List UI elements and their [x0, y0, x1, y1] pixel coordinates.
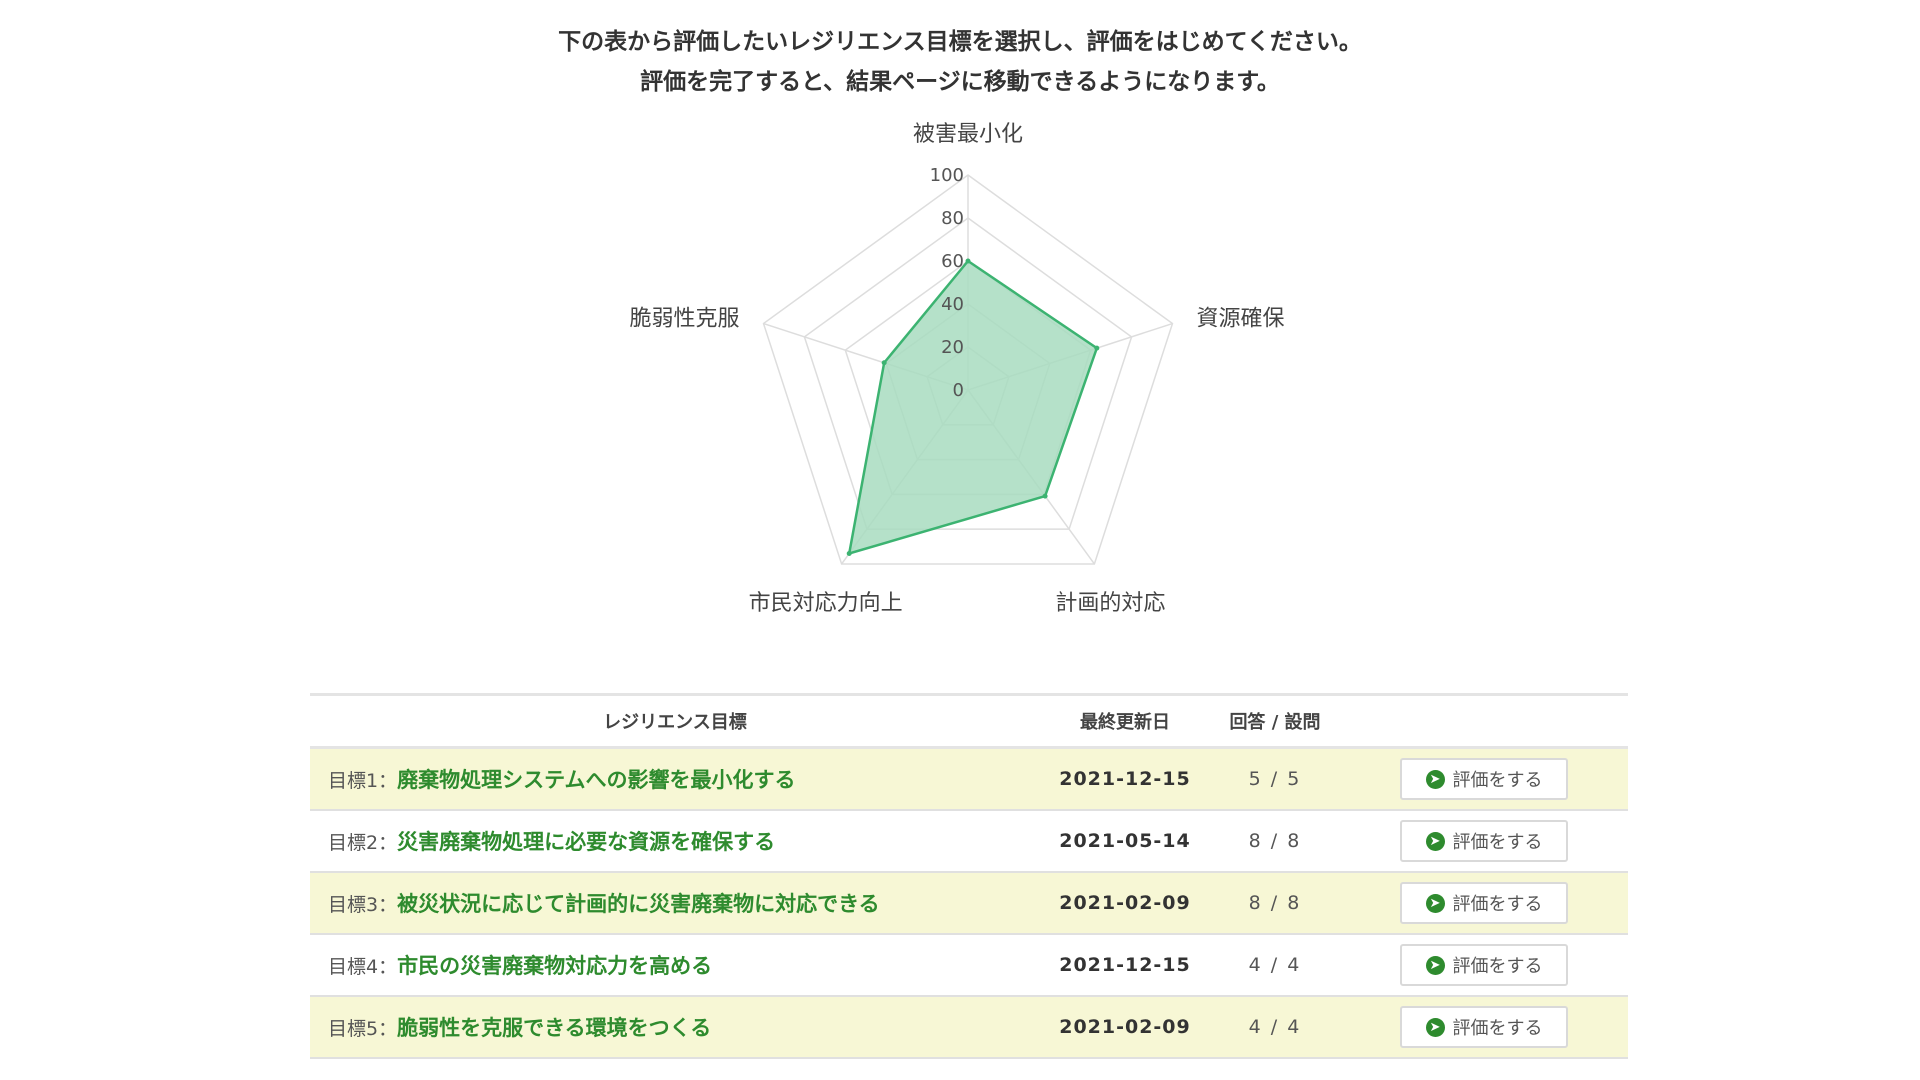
radar-data-point: [1042, 493, 1048, 499]
goal-title: 廃棄物処理システムへの影響を最小化する: [397, 768, 796, 792]
last-updated-date: 2021-05-14: [1040, 810, 1210, 873]
evaluate-button[interactable]: ➤ 評価をする: [1400, 944, 1568, 986]
goal-cell: 目標4：市民の災害廃棄物対応力を高める: [310, 934, 1040, 997]
last-updated-date: 2021-12-15: [1040, 747, 1210, 811]
evaluate-button[interactable]: ➤ 評価をする: [1400, 1006, 1568, 1048]
goal-cell: 目標1：廃棄物処理システムへの影響を最小化する: [310, 747, 1040, 811]
resilience-goals-table: レジリエンス目標 最終更新日 回答 / 設問 目標1：廃棄物処理システムへの影響…: [310, 693, 1628, 1059]
radar-chart: 0 20 40 60 80 100 被害最小化資源確保計画的対応 市民対応力向上 脆弱性克服: [630, 122, 1285, 616]
table-header-row: レジリエンス目標 最終更新日 回答 / 設問: [310, 694, 1628, 749]
last-updated-date: 2021-02-09: [1040, 996, 1210, 1059]
goal-cell: 目標5：脆弱性を克服できる環境をつくる: [310, 996, 1040, 1059]
radar-tick-label: 60: [941, 251, 964, 272]
action-cell: ➤ 評価をする: [1340, 934, 1628, 997]
evaluate-button-label: 評価をする: [1452, 832, 1543, 853]
header-action: [1340, 694, 1628, 749]
goal-number: 目標3：: [328, 894, 398, 916]
answer-count: 4 / 4: [1210, 934, 1340, 997]
radar-data-point: [965, 258, 971, 264]
arrow-circle-right-icon: ➤: [1425, 831, 1445, 851]
evaluate-button[interactable]: ➤ 評価をする: [1400, 758, 1568, 800]
radar-axis-label: 脆弱性克服: [630, 307, 740, 332]
radar-axis-label: 資源確保: [1196, 307, 1284, 332]
radar-tick-label: 80: [941, 208, 964, 229]
evaluation-page: 下の表から評価したいレジリエンス目標を選択し、評価をはじめてください。 評価を完…: [0, 0, 1920, 1080]
evaluate-button[interactable]: ➤ 評価をする: [1400, 820, 1568, 862]
answer-count: 8 / 8: [1210, 810, 1340, 873]
goal-cell: 目標3：被災状況に応じて計画的に災害廃棄物に対応できる: [310, 872, 1040, 935]
action-cell: ➤ 評価をする: [1340, 996, 1628, 1059]
evaluate-button-label: 評価をする: [1452, 770, 1543, 791]
answer-count: 4 / 4: [1210, 996, 1340, 1059]
goal-number: 目標5：: [328, 1018, 398, 1040]
radar-data-point: [1094, 345, 1100, 351]
goal-title: 災害廃棄物処理に必要な資源を確保する: [397, 830, 776, 854]
evaluate-button[interactable]: ➤ 評価をする: [1400, 882, 1568, 924]
table-row: 目標5：脆弱性を克服できる環境をつくる 2021-02-09 4 / 4 ➤ 評…: [310, 996, 1628, 1059]
last-updated-date: 2021-12-15: [1040, 934, 1210, 997]
header-goal: レジリエンス目標: [310, 694, 1040, 749]
table-row: 目標3：被災状況に応じて計画的に災害廃棄物に対応できる 2021-02-09 8…: [310, 872, 1628, 935]
evaluate-button-label: 評価をする: [1452, 956, 1543, 977]
radar-data-point: [881, 360, 887, 366]
radar-tick-label: 0: [953, 380, 964, 401]
table-row: 目標2：災害廃棄物処理に必要な資源を確保する 2021-05-14 8 / 8 …: [310, 810, 1628, 873]
arrow-circle-right-icon: ➤: [1425, 893, 1445, 913]
arrow-circle-right-icon: ➤: [1425, 769, 1445, 789]
radar-axis-label: 市民対応力向上: [749, 591, 903, 616]
action-cell: ➤ 評価をする: [1340, 747, 1628, 811]
last-updated-date: 2021-02-09: [1040, 872, 1210, 935]
radar-data-area: [847, 259, 1099, 556]
evaluate-button-label: 評価をする: [1452, 1018, 1543, 1039]
table-row: 目標1：廃棄物処理システムへの影響を最小化する 2021-12-15 5 / 5…: [310, 747, 1628, 811]
table-row: 目標4：市民の災害廃棄物対応力を高める 2021-12-15 4 / 4 ➤ 評…: [310, 934, 1628, 997]
goal-number: 目標2：: [328, 832, 398, 854]
radar-axis-label: 被害最小化: [913, 122, 1023, 147]
arrow-circle-right-icon: ➤: [1425, 955, 1445, 975]
header-last-updated: 最終更新日: [1040, 694, 1210, 749]
evaluate-button-label: 評価をする: [1452, 894, 1543, 915]
goal-number: 目標4：: [328, 956, 398, 978]
radar-tick-label: 40: [941, 294, 964, 315]
radar-tick-label: 100: [930, 165, 964, 186]
goal-title: 被災状況に応じて計画的に災害廃棄物に対応できる: [397, 892, 880, 916]
goal-title: 脆弱性を克服できる環境をつくる: [397, 1016, 712, 1040]
goal-title: 市民の災害廃棄物対応力を高める: [397, 954, 713, 978]
radar-data-point: [846, 551, 852, 557]
radar-axis-label: 計画的対応: [1055, 591, 1165, 616]
goal-number: 目標1：: [328, 770, 398, 792]
goal-cell: 目標2：災害廃棄物処理に必要な資源を確保する: [310, 810, 1040, 873]
answer-count: 8 / 8: [1210, 872, 1340, 935]
header-answers: 回答 / 設問: [1210, 694, 1340, 749]
action-cell: ➤ 評価をする: [1340, 810, 1628, 873]
action-cell: ➤ 評価をする: [1340, 872, 1628, 935]
radar-tick-label: 20: [941, 337, 964, 358]
answer-count: 5 / 5: [1210, 747, 1340, 811]
arrow-circle-right-icon: ➤: [1425, 1017, 1445, 1037]
